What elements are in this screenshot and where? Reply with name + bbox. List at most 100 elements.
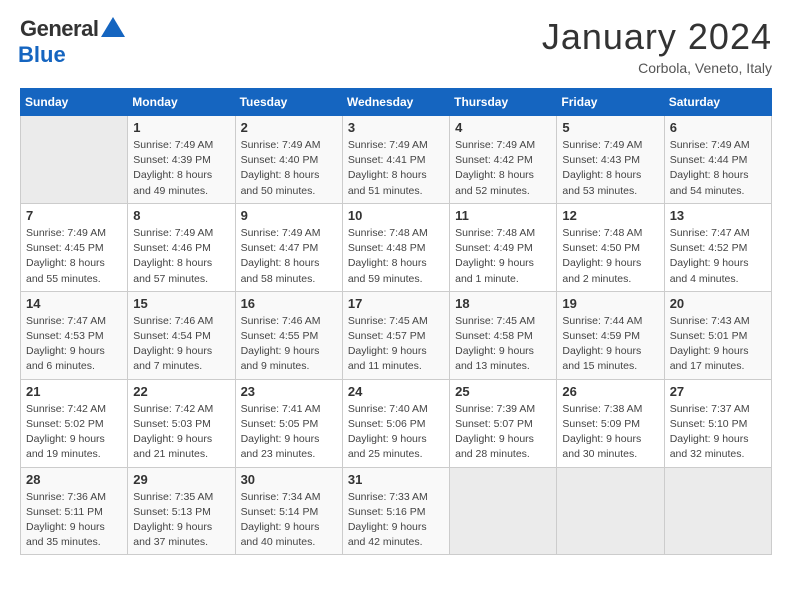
- calendar-cell: 19 Sunrise: 7:44 AM Sunset: 4:59 PM Dayli…: [557, 291, 664, 379]
- calendar-cell: 2 Sunrise: 7:49 AM Sunset: 4:40 PM Daylig…: [235, 116, 342, 204]
- calendar-cell: 22 Sunrise: 7:42 AM Sunset: 5:03 PM Dayli…: [128, 379, 235, 467]
- calendar-cell: 11 Sunrise: 7:48 AM Sunset: 4:49 PM Dayli…: [450, 203, 557, 291]
- calendar-cell: 18 Sunrise: 7:45 AM Sunset: 4:58 PM Dayli…: [450, 291, 557, 379]
- day-info: Sunrise: 7:38 AM Sunset: 5:09 PM Dayligh…: [562, 402, 658, 463]
- day-info: Sunrise: 7:42 AM Sunset: 5:03 PM Dayligh…: [133, 402, 229, 463]
- day-info: Sunrise: 7:42 AM Sunset: 5:02 PM Dayligh…: [26, 402, 122, 463]
- day-info: Sunrise: 7:46 AM Sunset: 4:54 PM Dayligh…: [133, 314, 229, 375]
- calendar-cell: 13 Sunrise: 7:47 AM Sunset: 4:52 PM Dayli…: [664, 203, 771, 291]
- day-number: 17: [348, 296, 444, 311]
- calendar-week-row: 1Sunrise: 7:49 AM Sunset: 4:39 PM Daylig…: [21, 116, 772, 204]
- logo-triangle-icon: [101, 17, 125, 37]
- logo-blue-text: Blue: [18, 42, 66, 68]
- header: General Blue January 2024 Corbola, Venet…: [20, 16, 772, 76]
- calendar-cell: 23 Sunrise: 7:41 AM Sunset: 5:05 PM Dayli…: [235, 379, 342, 467]
- day-number: 20: [670, 296, 766, 311]
- day-info: Sunrise: 7:49 AM Sunset: 4:46 PM Dayligh…: [133, 226, 229, 287]
- day-info: Sunrise: 7:45 AM Sunset: 4:57 PM Dayligh…: [348, 314, 444, 375]
- calendar-cell: [21, 116, 128, 204]
- day-info: Sunrise: 7:49 AM Sunset: 4:39 PM Dayligh…: [133, 138, 229, 199]
- day-number: 11: [455, 208, 551, 223]
- day-info: Sunrise: 7:49 AM Sunset: 4:45 PM Dayligh…: [26, 226, 122, 287]
- calendar-header-row: Sunday Monday Tuesday Wednesday Thursday…: [21, 89, 772, 116]
- calendar-cell: 12 Sunrise: 7:48 AM Sunset: 4:50 PM Dayli…: [557, 203, 664, 291]
- day-info: Sunrise: 7:33 AM Sunset: 5:16 PM Dayligh…: [348, 490, 444, 551]
- day-number: 5: [562, 120, 658, 135]
- calendar-cell: 21 Sunrise: 7:42 AM Sunset: 5:02 PM Dayli…: [21, 379, 128, 467]
- logo-general-text: General: [20, 16, 98, 42]
- day-number: 7: [26, 208, 122, 223]
- day-info: Sunrise: 7:47 AM Sunset: 4:53 PM Dayligh…: [26, 314, 122, 375]
- calendar-cell: 31 Sunrise: 7:33 AM Sunset: 5:16 PM Dayli…: [342, 467, 449, 555]
- calendar-week-row: 21 Sunrise: 7:42 AM Sunset: 5:02 PM Dayli…: [21, 379, 772, 467]
- day-info: Sunrise: 7:48 AM Sunset: 4:48 PM Dayligh…: [348, 226, 444, 287]
- calendar-cell: 8 Sunrise: 7:49 AM Sunset: 4:46 PM Daylig…: [128, 203, 235, 291]
- day-info: Sunrise: 7:49 AM Sunset: 4:42 PM Dayligh…: [455, 138, 551, 199]
- day-number: 18: [455, 296, 551, 311]
- day-number: 28: [26, 472, 122, 487]
- day-info: Sunrise: 7:45 AM Sunset: 4:58 PM Dayligh…: [455, 314, 551, 375]
- day-info: Sunrise: 7:34 AM Sunset: 5:14 PM Dayligh…: [241, 490, 337, 551]
- header-friday: Friday: [557, 89, 664, 116]
- calendar-cell: 20 Sunrise: 7:43 AM Sunset: 5:01 PM Dayli…: [664, 291, 771, 379]
- day-number: 4: [455, 120, 551, 135]
- day-info: Sunrise: 7:49 AM Sunset: 4:40 PM Dayligh…: [241, 138, 337, 199]
- header-sunday: Sunday: [21, 89, 128, 116]
- day-info: Sunrise: 7:43 AM Sunset: 5:01 PM Dayligh…: [670, 314, 766, 375]
- day-info: Sunrise: 7:35 AM Sunset: 5:13 PM Dayligh…: [133, 490, 229, 551]
- day-number: 22: [133, 384, 229, 399]
- calendar-cell: 3Sunrise: 7:49 AM Sunset: 4:41 PM Daylig…: [342, 116, 449, 204]
- day-info: Sunrise: 7:48 AM Sunset: 4:49 PM Dayligh…: [455, 226, 551, 287]
- calendar-table: Sunday Monday Tuesday Wednesday Thursday…: [20, 88, 772, 555]
- day-info: Sunrise: 7:49 AM Sunset: 4:44 PM Dayligh…: [670, 138, 766, 199]
- day-number: 31: [348, 472, 444, 487]
- day-number: 30: [241, 472, 337, 487]
- day-info: Sunrise: 7:39 AM Sunset: 5:07 PM Dayligh…: [455, 402, 551, 463]
- day-info: Sunrise: 7:44 AM Sunset: 4:59 PM Dayligh…: [562, 314, 658, 375]
- calendar-cell: 27Sunrise: 7:37 AM Sunset: 5:10 PM Dayli…: [664, 379, 771, 467]
- calendar-cell: [557, 467, 664, 555]
- calendar-cell: 28 Sunrise: 7:36 AM Sunset: 5:11 PM Dayli…: [21, 467, 128, 555]
- calendar-cell: 26 Sunrise: 7:38 AM Sunset: 5:09 PM Dayli…: [557, 379, 664, 467]
- day-info: Sunrise: 7:41 AM Sunset: 5:05 PM Dayligh…: [241, 402, 337, 463]
- calendar-cell: 10Sunrise: 7:48 AM Sunset: 4:48 PM Dayli…: [342, 203, 449, 291]
- calendar-cell: [664, 467, 771, 555]
- calendar-week-row: 14Sunrise: 7:47 AM Sunset: 4:53 PM Dayli…: [21, 291, 772, 379]
- calendar-cell: 25Sunrise: 7:39 AM Sunset: 5:07 PM Dayli…: [450, 379, 557, 467]
- day-number: 9: [241, 208, 337, 223]
- day-info: Sunrise: 7:48 AM Sunset: 4:50 PM Dayligh…: [562, 226, 658, 287]
- calendar-cell: 15 Sunrise: 7:46 AM Sunset: 4:54 PM Dayli…: [128, 291, 235, 379]
- day-info: Sunrise: 7:40 AM Sunset: 5:06 PM Dayligh…: [348, 402, 444, 463]
- calendar-cell: 30 Sunrise: 7:34 AM Sunset: 5:14 PM Dayli…: [235, 467, 342, 555]
- day-number: 2: [241, 120, 337, 135]
- day-number: 21: [26, 384, 122, 399]
- location-subtitle: Corbola, Veneto, Italy: [542, 60, 772, 76]
- day-number: 16: [241, 296, 337, 311]
- day-info: Sunrise: 7:36 AM Sunset: 5:11 PM Dayligh…: [26, 490, 122, 551]
- day-number: 8: [133, 208, 229, 223]
- day-number: 29: [133, 472, 229, 487]
- title-block: January 2024 Corbola, Veneto, Italy: [542, 16, 772, 76]
- calendar-cell: 16 Sunrise: 7:46 AM Sunset: 4:55 PM Dayli…: [235, 291, 342, 379]
- calendar-cell: 29 Sunrise: 7:35 AM Sunset: 5:13 PM Dayli…: [128, 467, 235, 555]
- calendar-week-row: 7 Sunrise: 7:49 AM Sunset: 4:45 PM Daylig…: [21, 203, 772, 291]
- day-number: 26: [562, 384, 658, 399]
- day-number: 24: [348, 384, 444, 399]
- header-thursday: Thursday: [450, 89, 557, 116]
- calendar-cell: 14Sunrise: 7:47 AM Sunset: 4:53 PM Dayli…: [21, 291, 128, 379]
- calendar-cell: 6 Sunrise: 7:49 AM Sunset: 4:44 PM Daylig…: [664, 116, 771, 204]
- day-info: Sunrise: 7:47 AM Sunset: 4:52 PM Dayligh…: [670, 226, 766, 287]
- day-number: 6: [670, 120, 766, 135]
- day-number: 12: [562, 208, 658, 223]
- day-info: Sunrise: 7:49 AM Sunset: 4:43 PM Dayligh…: [562, 138, 658, 199]
- day-info: Sunrise: 7:37 AM Sunset: 5:10 PM Dayligh…: [670, 402, 766, 463]
- page-container: General Blue January 2024 Corbola, Venet…: [0, 0, 792, 571]
- month-title: January 2024: [542, 16, 772, 58]
- day-number: 15: [133, 296, 229, 311]
- day-number: 13: [670, 208, 766, 223]
- calendar-cell: 1Sunrise: 7:49 AM Sunset: 4:39 PM Daylig…: [128, 116, 235, 204]
- day-info: Sunrise: 7:46 AM Sunset: 4:55 PM Dayligh…: [241, 314, 337, 375]
- day-number: 23: [241, 384, 337, 399]
- day-number: 19: [562, 296, 658, 311]
- header-tuesday: Tuesday: [235, 89, 342, 116]
